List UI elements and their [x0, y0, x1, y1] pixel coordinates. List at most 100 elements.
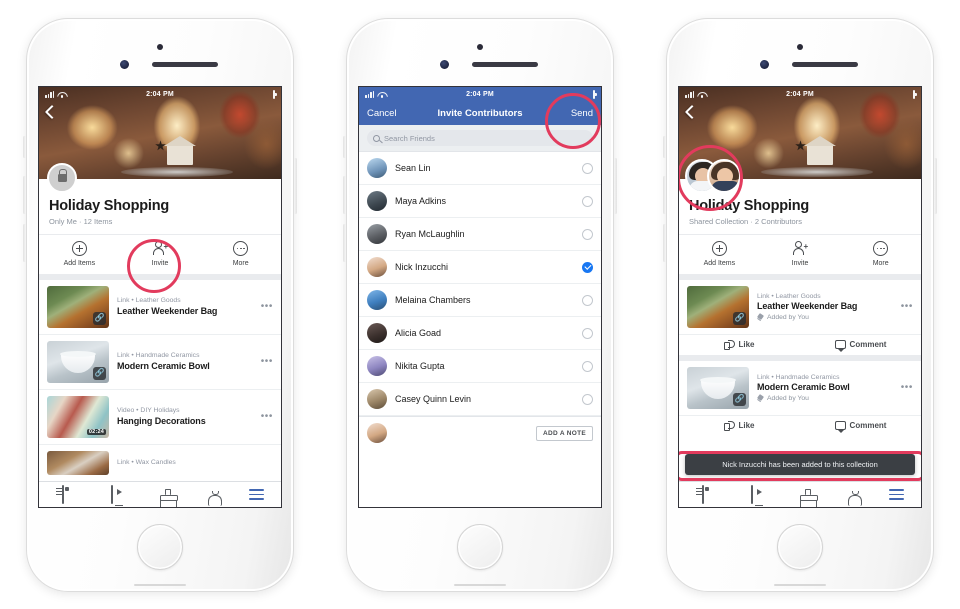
like-button[interactable]: Like — [679, 335, 800, 355]
phone-chin-line — [454, 584, 506, 586]
tab-news-feed[interactable] — [39, 484, 87, 504]
tab-watch[interactable] — [727, 484, 775, 504]
watch-icon — [110, 484, 113, 504]
bowl-decor — [700, 376, 736, 399]
more-button[interactable]: More — [840, 235, 921, 274]
comment-bubble-icon — [834, 340, 846, 352]
power-button — [934, 158, 937, 214]
contributor-avatars[interactable] — [685, 159, 741, 195]
plus-circle-icon — [71, 241, 87, 256]
friend-name: Casey Quinn Levin — [395, 394, 472, 404]
avatar — [367, 224, 387, 244]
power-button — [614, 158, 617, 214]
hamburger-menu-icon — [889, 489, 905, 500]
item-thumbnail: 🔗 — [687, 285, 749, 328]
collection-items-list: 🔗 Link • Leather Goods Leather Weekender… — [39, 279, 281, 486]
list-item[interactable]: 🔗 Link • Handmade Ceramics Modern Cerami… — [679, 361, 921, 415]
list-item[interactable]: 🔗 Link • Handmade Ceramics Modern Cerami… — [39, 335, 281, 390]
back-button[interactable] — [44, 104, 60, 120]
list-item[interactable]: 🔗 Link • Leather Goods Leather Weekender… — [679, 280, 921, 334]
item-menu-button[interactable]: ••• — [257, 356, 273, 367]
select-radio[interactable] — [582, 360, 593, 372]
item-thumbnail: 🔗 — [47, 285, 109, 328]
engagement-row: Like Comment — [679, 414, 921, 436]
video-duration-badge: 02:24 — [86, 428, 106, 435]
collection-items-list: 🔗 Link • Leather Goods Leather Weekender… — [679, 279, 921, 436]
list-item[interactable]: Nick Inzucchi — [359, 251, 601, 284]
send-button[interactable]: Send — [571, 108, 593, 119]
status-bar-time: 2:04 PM — [466, 90, 494, 98]
select-radio[interactable] — [582, 162, 593, 174]
item-title: Leather Weekender Bag — [117, 305, 218, 316]
hamburger-menu-icon — [249, 489, 265, 500]
add-items-button[interactable]: Add Items — [39, 235, 120, 274]
earpiece-speaker — [472, 62, 538, 67]
friend-name: Ryan McLaughlin — [395, 229, 465, 239]
item-menu-button[interactable]: ••• — [897, 301, 913, 312]
tab-menu[interactable] — [873, 489, 921, 500]
back-button[interactable] — [684, 104, 700, 120]
invite-button[interactable]: + Invite — [120, 235, 201, 274]
ellipsis-circle-icon — [233, 241, 249, 256]
phone-chin-line — [774, 584, 826, 586]
like-button[interactable]: Like — [679, 416, 800, 436]
more-button[interactable]: More — [200, 235, 281, 274]
item-thumbnail: 02:24 — [47, 395, 109, 438]
tab-menu[interactable] — [233, 489, 281, 500]
link-icon: 🔗 — [733, 311, 746, 325]
list-item[interactable]: Sean Lin — [359, 152, 601, 185]
item-menu-button[interactable]: ••• — [257, 301, 273, 312]
home-button[interactable] — [457, 524, 503, 570]
select-radio[interactable] — [582, 393, 593, 405]
comment-button[interactable]: Comment — [800, 335, 921, 355]
select-radio[interactable] — [582, 294, 593, 306]
select-radio[interactable] — [582, 228, 593, 240]
phone-2-screen: 2:04 PM Cancel Invite Contributors Send … — [358, 86, 602, 508]
volume-up-button — [23, 176, 26, 214]
tab-watch[interactable] — [87, 484, 135, 504]
list-item[interactable]: Maya Adkins — [359, 185, 601, 218]
list-item[interactable]: Nikita Gupta — [359, 350, 601, 383]
more-label: More — [232, 259, 249, 267]
avatar — [367, 389, 387, 409]
select-radio[interactable] — [582, 195, 593, 207]
avatar — [367, 423, 387, 443]
list-item[interactable]: Ryan McLaughlin — [359, 218, 601, 251]
select-radio-checked[interactable] — [582, 261, 593, 273]
action-row: Add Items + Invite More — [39, 233, 281, 280]
list-item[interactable]: 02:24 Video • DIY Holidays Hanging Decor… — [39, 390, 281, 445]
status-bar-time: 2:04 PM — [786, 90, 814, 98]
list-item[interactable]: Casey Quinn Levin — [359, 383, 601, 416]
item-menu-button[interactable]: ••• — [897, 382, 913, 393]
screenshot-stage: 2:04 PM Holiday Shopping Only Me · 12 It… — [0, 0, 960, 609]
toast-notification: Nick Inzucchi has been added to this col… — [685, 454, 915, 475]
add-a-note-button[interactable]: ADD A NOTE — [536, 425, 593, 441]
search-input[interactable]: Search Friends — [367, 130, 593, 146]
invite-button[interactable]: + Invite — [760, 235, 841, 274]
select-radio[interactable] — [582, 327, 593, 339]
front-camera-icon — [120, 60, 129, 69]
list-item[interactable]: 🔗 Link • Leather Goods Leather Weekender… — [39, 280, 281, 335]
home-button[interactable] — [777, 524, 823, 570]
item-menu-button[interactable]: ••• — [257, 411, 273, 422]
avatar — [367, 323, 387, 343]
comment-button[interactable]: Comment — [800, 416, 921, 436]
list-item[interactable]: Link • Wax Candles — [39, 445, 281, 486]
item-meta: Link • Handmade Ceramics — [757, 373, 840, 381]
nav-title: Invite Contributors — [437, 107, 523, 119]
list-item[interactable]: Melaina Chambers — [359, 284, 601, 317]
comment-label: Comment — [849, 421, 887, 430]
add-items-button[interactable]: Add Items — [679, 235, 760, 274]
home-button[interactable] — [137, 524, 183, 570]
tab-news-feed[interactable] — [679, 484, 727, 504]
item-title: Modern Ceramic Bowl — [757, 382, 850, 392]
item-title: Hanging Decorations — [117, 415, 206, 426]
item-title: Leather Weekender Bag — [757, 301, 858, 311]
comment-bubble-icon — [834, 421, 846, 433]
pin-icon — [757, 314, 764, 321]
list-item[interactable]: Alicia Goad — [359, 317, 601, 350]
collection-subtitle: Only Me · 12 Items — [49, 216, 113, 226]
volume-down-button — [663, 224, 666, 262]
action-row: Add Items + Invite More — [679, 233, 921, 280]
add-note-row: ADD A NOTE — [359, 416, 601, 449]
